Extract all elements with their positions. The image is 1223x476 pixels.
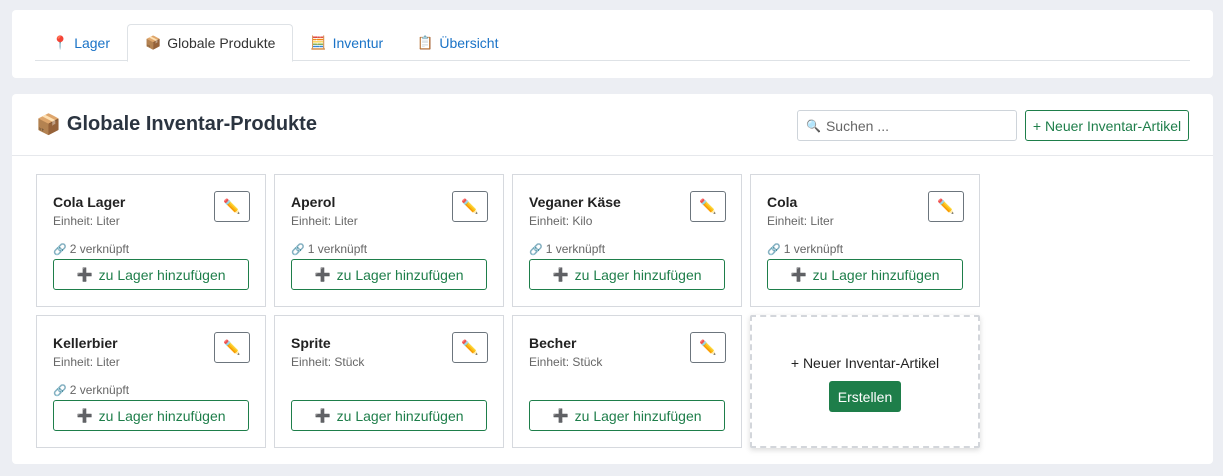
link-icon: 🔗 xyxy=(767,243,781,256)
search-input[interactable] xyxy=(825,117,1006,134)
link-icon: 🔗 xyxy=(529,243,543,256)
page-title: 📦 Globale Inventar-Produkte xyxy=(36,112,317,137)
product-unit: Einheit: Stück xyxy=(291,355,365,369)
tab-globale-produkte[interactable]: 📦 Globale Produkte xyxy=(127,24,294,62)
tab-label: Lager xyxy=(74,34,110,51)
add-to-stock-button[interactable]: ➕ zu Lager hinzufügen xyxy=(53,400,249,431)
product-name: Becher xyxy=(529,335,577,351)
package-icon: 📦 xyxy=(36,114,61,136)
add-to-stock-label: zu Lager hinzufügen xyxy=(336,266,464,283)
plus-icon: ➕ xyxy=(314,266,331,282)
pencil-icon: ✏️ xyxy=(937,198,955,214)
edit-button[interactable]: ✏️ xyxy=(690,332,726,363)
tab-inventur[interactable]: 🧮 Inventur xyxy=(293,24,400,61)
add-to-stock-button[interactable]: ➕ zu Lager hinzufügen xyxy=(291,259,487,290)
add-to-stock-button[interactable]: ➕ zu Lager hinzufügen xyxy=(53,259,249,290)
main-panel: 📦 Globale Inventar-Produkte 🔍 + Neuer In… xyxy=(12,94,1213,464)
tab-label: Inventur xyxy=(332,34,384,51)
linked-count-text: 1 verknüpft xyxy=(783,242,844,256)
add-to-stock-label: zu Lager hinzufügen xyxy=(98,407,226,424)
plus-icon: ➕ xyxy=(790,266,807,282)
pencil-icon: ✏️ xyxy=(223,198,241,214)
add-to-stock-label: zu Lager hinzufügen xyxy=(336,407,464,424)
product-name: Cola Lager xyxy=(53,194,126,210)
add-to-stock-label: zu Lager hinzufügen xyxy=(574,266,702,283)
link-icon: 🔗 xyxy=(53,384,67,397)
pencil-icon: ✏️ xyxy=(699,339,717,355)
product-name: Kellerbier xyxy=(53,335,118,351)
product-unit: Einheit: Liter xyxy=(53,214,120,228)
edit-button[interactable]: ✏️ xyxy=(928,191,964,222)
product-card: Cola Einheit: Liter 🔗 1 verknüpft ✏️ ➕ zu Lage… xyxy=(750,174,980,307)
linked-count-text: 2 verknüpft xyxy=(69,383,130,397)
linked-count: 🔗 1 verknüpft xyxy=(291,242,367,256)
product-name: Veganer Käse xyxy=(529,194,621,210)
product-card: Sprite Einheit: Stück ✏️ ➕ zu Lager hinzufüg… xyxy=(274,315,504,448)
product-unit: Einheit: Liter xyxy=(291,214,358,228)
linked-count: 🔗 2 verknüpft xyxy=(53,242,129,256)
linked-count: 🔗 1 verknüpft xyxy=(529,242,605,256)
tab-lager[interactable]: 📍 Lager xyxy=(35,24,127,61)
main-header: 📦 Globale Inventar-Produkte 🔍 + Neuer In… xyxy=(12,94,1213,156)
create-button[interactable]: Erstellen xyxy=(829,381,901,412)
pencil-icon: ✏️ xyxy=(699,198,717,214)
product-card: Becher Einheit: Stück ✏️ ➕ zu Lager hinzufüg… xyxy=(512,315,742,448)
pencil-icon: ✏️ xyxy=(223,339,241,355)
link-icon: 🔗 xyxy=(291,243,305,256)
product-unit: Einheit: Liter xyxy=(53,355,120,369)
new-item-label: + Neuer Inventar-Artikel xyxy=(790,355,940,371)
page-title-text: Globale Inventar-Produkte xyxy=(66,113,317,135)
edit-button[interactable]: ✏️ xyxy=(214,332,250,363)
add-to-stock-label: zu Lager hinzufügen xyxy=(98,266,226,283)
tab-label: Übersicht xyxy=(439,34,499,51)
linked-count: 🔗 1 verknüpft xyxy=(767,242,843,256)
product-card: Kellerbier Einheit: Liter 🔗 2 verknüpft ✏️ ➕ z… xyxy=(36,315,266,448)
abacus-icon: 🧮 xyxy=(310,34,327,50)
product-card: Cola Lager Einheit: Liter 🔗 2 verknüpft ✏️ ➕ z… xyxy=(36,174,266,307)
new-item-button[interactable]: + Neuer Inventar-Artikel xyxy=(1025,110,1189,141)
product-card: Aperol Einheit: Liter 🔗 1 verknüpft ✏️ ➕ zu La… xyxy=(274,174,504,307)
add-to-stock-label: zu Lager hinzufügen xyxy=(574,407,702,424)
add-to-stock-button[interactable]: ➕ zu Lager hinzufügen xyxy=(291,400,487,431)
clipboard-icon: 📋 xyxy=(417,34,434,50)
linked-count-text: 1 verknüpft xyxy=(545,242,606,256)
add-to-stock-label: zu Lager hinzufügen xyxy=(812,266,940,283)
search-box[interactable]: 🔍 xyxy=(797,110,1017,141)
plus-icon: ➕ xyxy=(314,407,331,423)
search-icon: 🔍 xyxy=(806,118,821,133)
plus-icon: ➕ xyxy=(552,407,569,423)
pin-icon: 📍 xyxy=(52,34,69,50)
tab-übersicht[interactable]: 📋 Übersicht xyxy=(400,24,515,61)
product-name: Aperol xyxy=(291,194,336,210)
plus-icon: ➕ xyxy=(76,407,93,423)
link-icon: 🔗 xyxy=(53,243,67,256)
plus-icon: ➕ xyxy=(552,266,569,282)
pencil-icon: ✏️ xyxy=(461,339,479,355)
linked-count-text: 1 verknüpft xyxy=(307,242,368,256)
linked-count: 🔗 2 verknüpft xyxy=(53,383,129,397)
product-card: Veganer Käse Einheit: Kilo 🔗 1 verknüpft ✏️ ➕… xyxy=(512,174,742,307)
add-to-stock-button[interactable]: ➕ zu Lager hinzufügen xyxy=(529,400,725,431)
product-unit: Einheit: Liter xyxy=(767,214,834,228)
edit-button[interactable]: ✏️ xyxy=(452,191,488,222)
edit-button[interactable]: ✏️ xyxy=(214,191,250,222)
add-to-stock-button[interactable]: ➕ zu Lager hinzufügen xyxy=(529,259,725,290)
add-to-stock-button[interactable]: ➕ zu Lager hinzufügen xyxy=(767,259,963,290)
pencil-icon: ✏️ xyxy=(461,198,479,214)
linked-count-text: 2 verknüpft xyxy=(69,242,130,256)
product-name: Cola xyxy=(767,194,798,210)
product-unit: Einheit: Kilo xyxy=(529,214,593,228)
edit-button[interactable]: ✏️ xyxy=(690,191,726,222)
tab-bar: 📍 Lager 📦 Globale Produkte 🧮 Inventur 📋 Übersic… xyxy=(35,24,1190,62)
product-name: Sprite xyxy=(291,335,331,351)
product-unit: Einheit: Stück xyxy=(529,355,603,369)
plus-icon: ➕ xyxy=(76,266,93,282)
new-item-card: + Neuer Inventar-Artikel Erstellen xyxy=(750,315,980,448)
package-icon: 📦 xyxy=(145,35,162,50)
edit-button[interactable]: ✏️ xyxy=(452,332,488,363)
tabs-panel: 📍 Lager 📦 Globale Produkte 🧮 Inventur 📋 Übersic… xyxy=(12,10,1213,78)
tab-label: Globale Produkte xyxy=(167,35,276,51)
